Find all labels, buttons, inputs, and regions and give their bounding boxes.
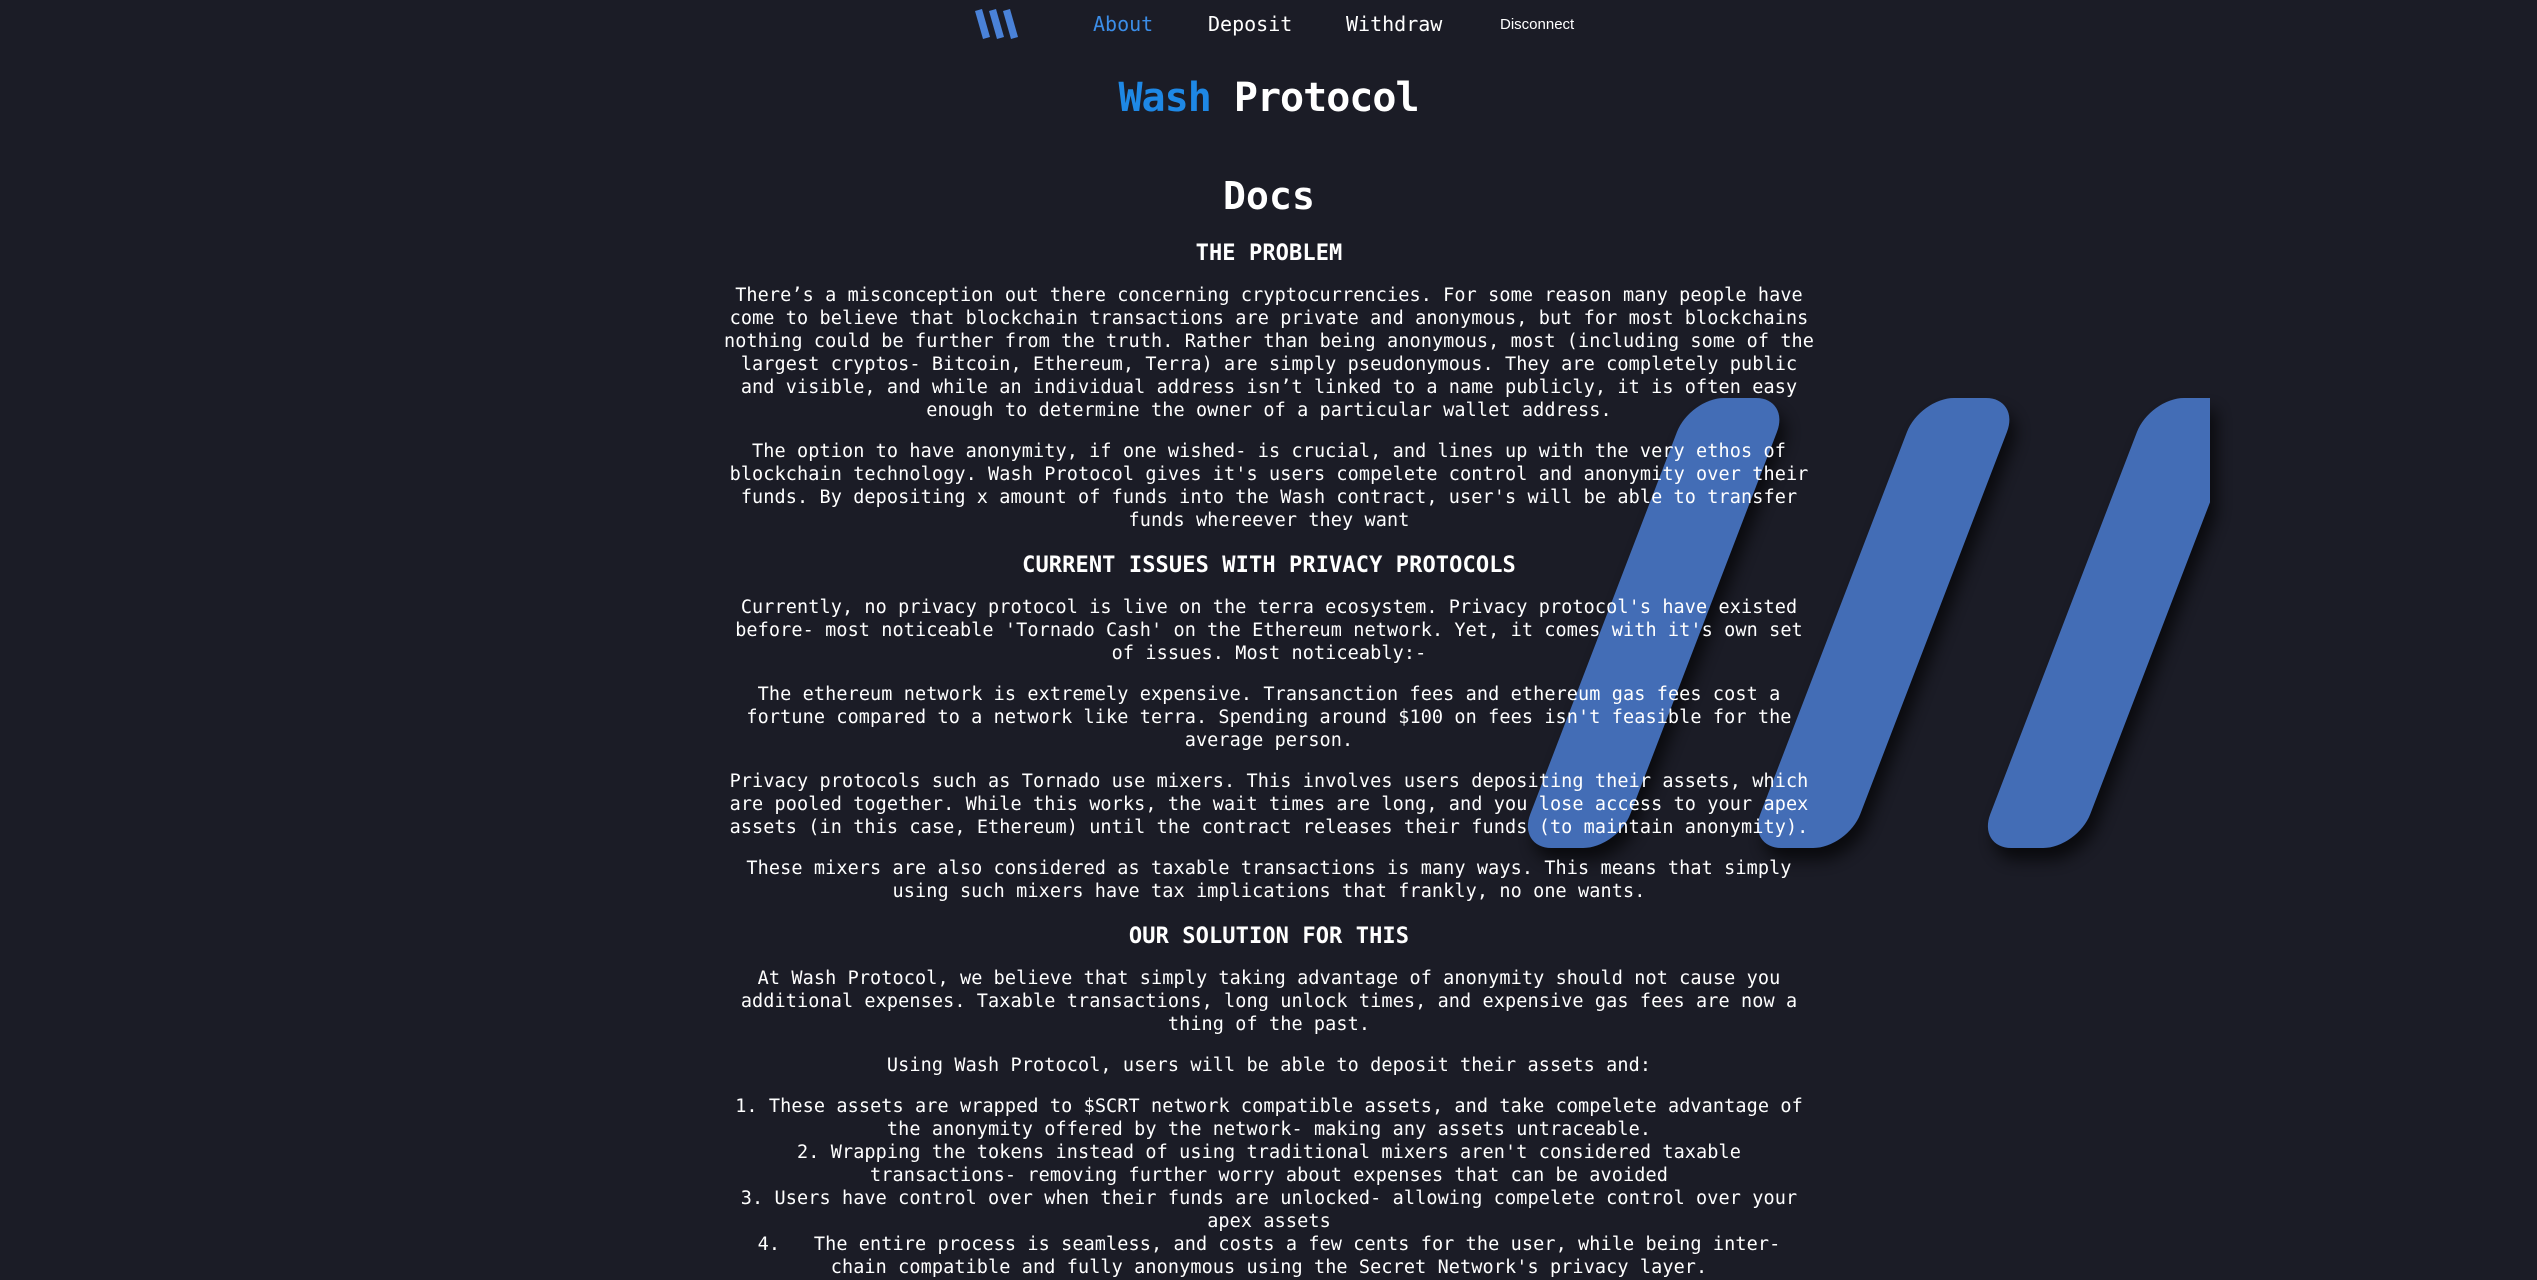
nav-about-link[interactable]: About (1093, 12, 1153, 36)
nav-deposit-link[interactable]: Deposit (1208, 12, 1292, 36)
list-item-text: Wrapping the tokens instead of using tra… (830, 1142, 1741, 1186)
list-item: 3. Users have control over when their fu… (722, 1187, 1816, 1233)
problem-heading: THE PROBLEM (1195, 241, 1343, 266)
solution-paragraph-1: At Wash Protocol, we believe that simply… (740, 968, 1798, 1035)
issues-paragraph-3: Privacy protocols such as Tornado use mi… (729, 771, 1809, 838)
issues-paragraph-4: These mixers are also considered as taxa… (746, 858, 1792, 902)
solution-paragraph-2: Using Wash Protocol, users will be able … (886, 1055, 1652, 1076)
solution-list: 1. These assets are wrapped to $SCRT net… (722, 1095, 1816, 1279)
page-title: Wash Protocol (0, 72, 2537, 124)
list-item: 4. The entire process is seamless, and c… (722, 1233, 1816, 1279)
solution-heading: OUR SOLUTION FOR THIS (1128, 924, 1410, 949)
list-item-number: 1. (735, 1096, 758, 1117)
list-item-number: 4. (757, 1234, 781, 1255)
list-item: 1. These assets are wrapped to $SCRT net… (722, 1095, 1816, 1141)
issues-paragraph-2: The ethereum network is extremely expens… (746, 684, 1792, 751)
docs-heading: Docs (1223, 174, 1315, 218)
wash-logo-icon[interactable] (975, 9, 1023, 39)
title-wash: Wash (1118, 75, 1211, 121)
docs-content: Docs THE PROBLEM There’s a misconception… (722, 170, 1816, 1279)
title-protocol: Protocol (1233, 75, 1420, 121)
list-item: 2. Wrapping the tokens instead of using … (722, 1141, 1816, 1187)
list-item-number: 2. (796, 1142, 820, 1163)
disconnect-button[interactable]: Disconnect (1500, 16, 1574, 34)
problem-paragraph-1: There’s a misconception out there concer… (723, 285, 1815, 421)
list-item-number: 3. (740, 1188, 764, 1209)
list-item-text: These assets are wrapped to $SCRT networ… (768, 1096, 1803, 1140)
list-item-text: The entire process is seamless, and cost… (813, 1234, 1781, 1278)
issues-paragraph-1: Currently, no privacy protocol is live o… (735, 597, 1803, 664)
top-nav: About Deposit Withdraw Disconnect (0, 0, 2537, 50)
issues-heading: CURRENT ISSUES WITH PRIVACY PROTOCOLS (1022, 553, 1516, 578)
nav-withdraw-link[interactable]: Withdraw (1346, 12, 1442, 36)
list-item-text: Users have control over when their funds… (774, 1188, 1798, 1232)
problem-paragraph-2: The option to have anonymity, if one wis… (729, 441, 1809, 531)
